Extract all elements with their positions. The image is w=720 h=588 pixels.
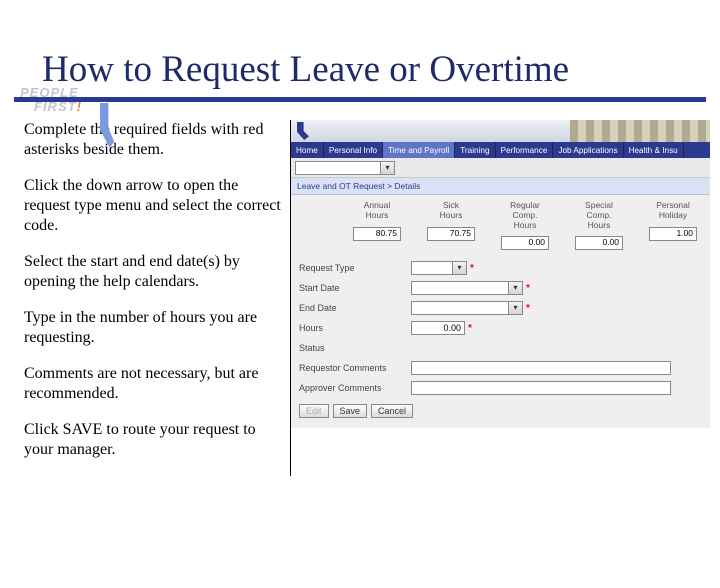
label-hours: Hours bbox=[299, 323, 411, 333]
edit-button[interactable]: Edit bbox=[299, 404, 329, 418]
row-requestor-comments: Requestor Comments bbox=[299, 358, 702, 378]
chevron-down-icon: ▾ bbox=[513, 304, 517, 312]
label-end-date: End Date bbox=[299, 303, 411, 313]
balance-annual: Annual Hours 80.75 bbox=[348, 201, 406, 250]
label-start-date: Start Date bbox=[299, 283, 411, 293]
requestor-comments-input[interactable] bbox=[411, 361, 671, 375]
instruction-step: Complete the required fields with red as… bbox=[24, 120, 282, 160]
tab-performance[interactable]: Performance bbox=[496, 142, 554, 158]
toolbar-dropdown[interactable]: ▾ bbox=[295, 161, 395, 175]
balance-personal-holiday-value: 1.00 bbox=[649, 227, 697, 241]
balance-personal-holiday: Personal Holiday 1.00 bbox=[644, 201, 702, 250]
approver-comments-input[interactable] bbox=[411, 381, 671, 395]
required-icon: * bbox=[468, 323, 472, 334]
balance-sick-value: 70.75 bbox=[427, 227, 475, 241]
tab-personal-info[interactable]: Personal Info bbox=[324, 142, 383, 158]
toolbar: ▾ bbox=[291, 158, 710, 178]
end-date-calendar-button[interactable]: ▾ bbox=[509, 301, 523, 315]
required-icon: * bbox=[470, 263, 474, 274]
start-date-calendar-button[interactable]: ▾ bbox=[509, 281, 523, 295]
tab-training[interactable]: Training bbox=[455, 142, 495, 158]
instructions-column: Complete the required fields with red as… bbox=[24, 120, 282, 476]
instruction-step: Comments are not necessary, but are reco… bbox=[24, 364, 282, 404]
breadcrumb: Leave and OT Request > Details bbox=[291, 178, 710, 195]
row-start-date: Start Date ▾ * bbox=[299, 278, 702, 298]
row-request-type: Request Type ▾ * bbox=[299, 258, 702, 278]
instruction-step: Type in the number of hours you are requ… bbox=[24, 308, 282, 348]
toolbar-dropdown-field[interactable] bbox=[296, 162, 380, 174]
hours-input[interactable]: 0.00 bbox=[411, 321, 465, 335]
required-icon: * bbox=[526, 303, 530, 314]
tab-health-insurance[interactable]: Health & Insu bbox=[624, 142, 684, 158]
balance-regular-comp-value: 0.00 bbox=[501, 236, 549, 250]
title-rule bbox=[14, 97, 706, 102]
row-status: Status bbox=[299, 338, 702, 358]
nav-tabs: Home Personal Info Time and Payroll Trai… bbox=[291, 142, 710, 158]
row-end-date: End Date ▾ * bbox=[299, 298, 702, 318]
instruction-step: Click the down arrow to open the request… bbox=[24, 176, 282, 236]
banner-photo bbox=[570, 120, 710, 142]
florida-mini-icon bbox=[297, 122, 309, 140]
logo-line2: FIRST! bbox=[34, 100, 82, 114]
label-approver-comments: Approver Comments bbox=[299, 383, 411, 393]
toolbar-dropdown-button[interactable]: ▾ bbox=[380, 162, 394, 174]
tab-time-and-payroll[interactable]: Time and Payroll bbox=[383, 142, 455, 158]
row-approver-comments: Approver Comments bbox=[299, 378, 702, 398]
balance-annual-value: 80.75 bbox=[353, 227, 401, 241]
request-type-dropdown-button[interactable]: ▾ bbox=[453, 261, 467, 275]
label-status: Status bbox=[299, 343, 411, 353]
balance-special-comp: Special Comp. Hours 0.00 bbox=[570, 201, 628, 250]
balance-sick: Sick Hours 70.75 bbox=[422, 201, 480, 250]
tab-job-applications[interactable]: Job Applications bbox=[553, 142, 623, 158]
chevron-down-icon: ▾ bbox=[513, 284, 517, 292]
start-date-input[interactable] bbox=[411, 281, 509, 295]
required-icon: * bbox=[526, 283, 530, 294]
chevron-down-icon: ▾ bbox=[385, 164, 389, 172]
label-request-type: Request Type bbox=[299, 263, 411, 273]
tab-home[interactable]: Home bbox=[291, 142, 324, 158]
instruction-step: Click SAVE to route your request to your… bbox=[24, 420, 282, 460]
app-banner bbox=[291, 120, 710, 142]
request-form: Request Type ▾ * Start Date ▾ * End Date… bbox=[291, 252, 710, 428]
row-hours: Hours 0.00 * bbox=[299, 318, 702, 338]
save-button[interactable]: Save bbox=[333, 404, 368, 418]
request-type-select[interactable] bbox=[411, 261, 453, 275]
cancel-button[interactable]: Cancel bbox=[371, 404, 413, 418]
end-date-input[interactable] bbox=[411, 301, 509, 315]
page-title: How to Request Leave or Overtime bbox=[42, 48, 700, 91]
chevron-down-icon: ▾ bbox=[457, 264, 461, 272]
instruction-step: Select the start and end date(s) by open… bbox=[24, 252, 282, 292]
form-buttons: Edit Save Cancel bbox=[299, 404, 702, 418]
balance-special-comp-value: 0.00 bbox=[575, 236, 623, 250]
balances-row: Annual Hours 80.75 Sick Hours 70.75 Regu… bbox=[291, 195, 710, 252]
label-requestor-comments: Requestor Comments bbox=[299, 363, 411, 373]
app-screenshot: Home Personal Info Time and Payroll Trai… bbox=[290, 120, 710, 476]
balance-regular-comp: Regular Comp. Hours 0.00 bbox=[496, 201, 554, 250]
